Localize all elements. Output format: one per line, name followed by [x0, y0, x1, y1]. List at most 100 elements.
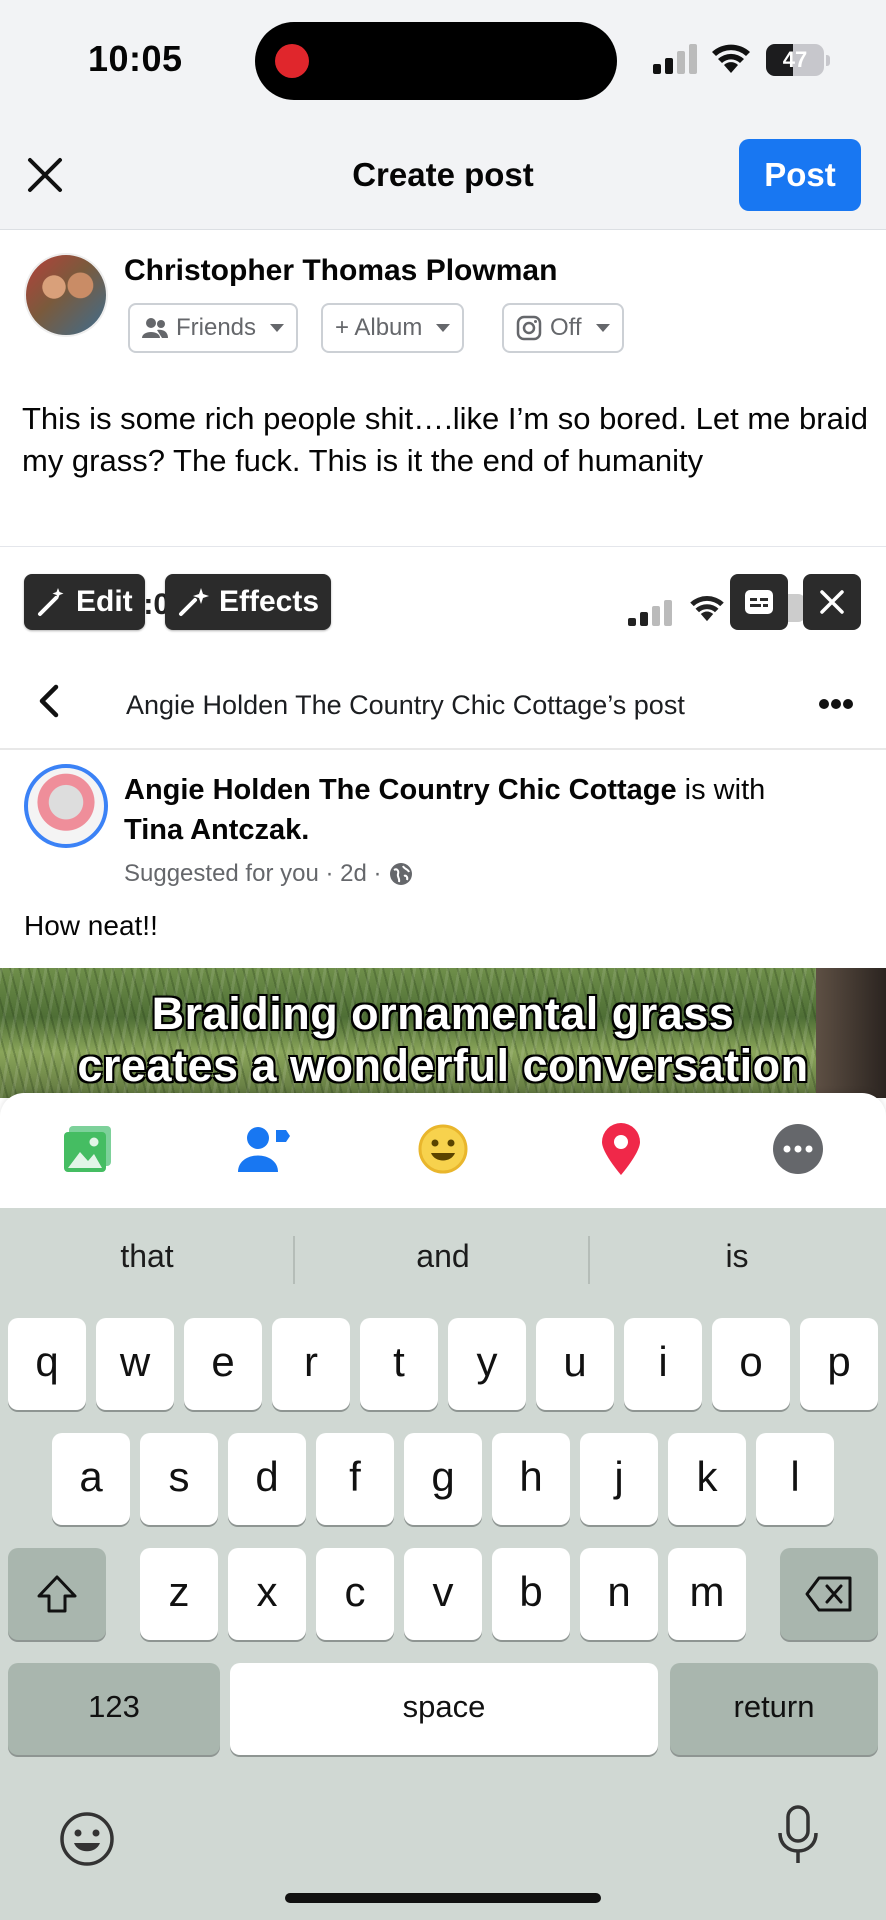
attachment-bar	[0, 1093, 886, 1208]
edit-label: Edit	[76, 585, 133, 618]
globe-icon	[390, 863, 413, 885]
album-selector[interactable]: + Album	[321, 303, 465, 353]
divider	[0, 748, 886, 750]
friends-icon	[142, 318, 168, 338]
cellular-signal-icon	[653, 44, 697, 74]
instagram-icon	[516, 315, 542, 341]
embedded-post-title: Angie Holden The Country Chic Cottage’s …	[126, 690, 685, 720]
key-k[interactable]: k	[668, 1433, 746, 1525]
key-s[interactable]: s	[140, 1433, 218, 1525]
chevron-down-icon	[595, 324, 610, 332]
key-g[interactable]: g	[404, 1433, 482, 1525]
location-icon[interactable]	[593, 1121, 649, 1177]
return-key[interactable]: return	[670, 1663, 878, 1755]
post-meta-text: Suggested for you · 2d ·	[124, 860, 382, 887]
video-overlay-text: Braiding ornamental grass creates a wond…	[0, 988, 886, 1092]
divider	[0, 546, 886, 547]
post-meta: Suggested for you · 2d ·	[124, 860, 413, 888]
photo-icon[interactable]	[60, 1121, 116, 1177]
overlay-line-2: creates a wonderful conversation	[77, 1040, 809, 1091]
key-h[interactable]: h	[492, 1433, 570, 1525]
wifi-icon	[712, 44, 750, 73]
battery-percent: 47	[782, 47, 808, 72]
tagged-person: Tina Antczak.	[124, 814, 310, 846]
feeling-icon[interactable]	[415, 1121, 471, 1177]
key-z[interactable]: z	[140, 1548, 218, 1640]
embedded-caption: How neat!!	[24, 910, 158, 941]
video-thumbnail: Braiding ornamental grass creates a wond…	[0, 968, 886, 1098]
key-b[interactable]: b	[492, 1548, 570, 1640]
key-i[interactable]: i	[624, 1318, 702, 1410]
key-u[interactable]: u	[536, 1318, 614, 1410]
shift-icon	[37, 1575, 77, 1613]
key-c[interactable]: c	[316, 1548, 394, 1640]
key-e[interactable]: e	[184, 1318, 262, 1410]
key-j[interactable]: j	[580, 1433, 658, 1525]
suggestion-1[interactable]: that	[0, 1238, 294, 1275]
shift-key[interactable]	[8, 1548, 106, 1640]
key-m[interactable]: m	[668, 1548, 746, 1640]
chevron-down-icon	[270, 324, 285, 332]
key-l[interactable]: l	[756, 1433, 834, 1525]
key-p[interactable]: p	[800, 1318, 878, 1410]
page-name: Angie Holden The Country Chic Cottage	[124, 774, 677, 806]
key-v[interactable]: v	[404, 1548, 482, 1640]
instagram-label: Off	[550, 314, 582, 341]
space-key[interactable]: space	[230, 1663, 658, 1755]
key-w[interactable]: w	[96, 1318, 174, 1410]
overlay-line-1: Braiding ornamental grass	[151, 988, 735, 1039]
key-d[interactable]: d	[228, 1433, 306, 1525]
suggestion-2[interactable]: and	[296, 1238, 590, 1275]
create-post-header: Create post Post	[0, 120, 886, 230]
effects-label: Effects	[219, 585, 320, 618]
key-q[interactable]: q	[8, 1318, 86, 1410]
backspace-key[interactable]	[780, 1548, 878, 1640]
user-name: Christopher Thomas Plowman	[124, 254, 558, 287]
close-icon	[820, 590, 844, 614]
tag-people-icon[interactable]	[237, 1121, 293, 1177]
user-avatar	[24, 253, 108, 337]
suggestion-3[interactable]: is	[590, 1238, 884, 1275]
edit-button[interactable]: Edit	[24, 574, 145, 630]
instagram-toggle[interactable]: Off	[502, 303, 624, 353]
magic-wand-icon	[38, 588, 64, 616]
caption-tool-button[interactable]	[730, 574, 788, 630]
with-text: is with	[676, 774, 766, 806]
numbers-key[interactable]: 123	[8, 1663, 220, 1755]
more-options-icon	[819, 699, 853, 709]
audience-selector[interactable]: Friends	[128, 303, 299, 353]
microphone-icon[interactable]	[776, 1805, 820, 1865]
key-f[interactable]: f	[316, 1433, 394, 1525]
status-time: 10:05	[88, 38, 183, 79]
post-text-input[interactable]: This is some rich people shit….like I’m …	[22, 398, 872, 482]
keyboard: that and is q w e r t y u i o p a s d f …	[0, 1208, 886, 1920]
more-icon[interactable]	[770, 1121, 826, 1177]
key-a[interactable]: a	[52, 1433, 130, 1525]
album-label: + Album	[335, 314, 423, 341]
back-arrow-icon	[39, 684, 59, 718]
key-t[interactable]: t	[360, 1318, 438, 1410]
key-o[interactable]: o	[712, 1318, 790, 1410]
backspace-icon	[805, 1576, 852, 1612]
captions-icon	[745, 590, 773, 614]
battery-icon: 47	[766, 44, 830, 76]
embedded-signal-icon	[628, 600, 672, 626]
sparkle-wand-icon	[179, 588, 209, 616]
status-bar: 10:05 47	[0, 0, 886, 120]
recording-indicator-icon	[275, 44, 309, 78]
attached-screenshot: 10:05 Edit Effects Angie Holden The Coun…	[0, 548, 886, 1098]
key-y[interactable]: y	[448, 1318, 526, 1410]
post-button[interactable]: Post	[739, 139, 861, 211]
key-x[interactable]: x	[228, 1548, 306, 1640]
key-n[interactable]: n	[580, 1548, 658, 1640]
page-attribution: Angie Holden The Country Chic Cottage is…	[124, 774, 765, 807]
remove-media-button[interactable]	[803, 574, 861, 630]
chevron-down-icon	[436, 324, 451, 332]
embedded-wifi-icon	[690, 596, 724, 622]
home-indicator	[285, 1893, 601, 1903]
effects-button[interactable]: Effects	[165, 574, 332, 630]
audience-label: Friends	[176, 314, 257, 341]
key-r[interactable]: r	[272, 1318, 350, 1410]
page-avatar	[24, 764, 108, 848]
emoji-keyboard-icon[interactable]	[58, 1810, 116, 1868]
